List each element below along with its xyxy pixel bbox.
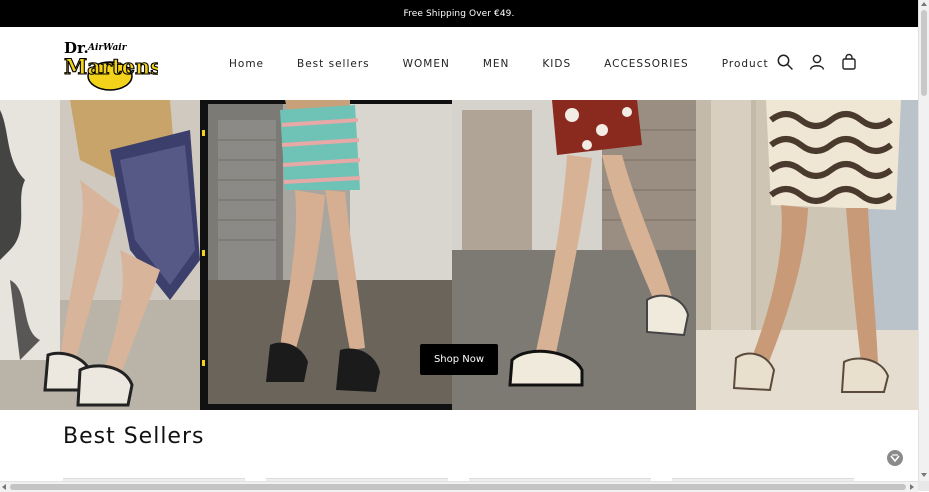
- scrollbar-corner: [918, 481, 929, 491]
- best-sellers-title: Best Sellers: [63, 424, 205, 449]
- chat-widget-icon[interactable]: [887, 450, 903, 466]
- scroll-up-arrow-icon[interactable]: [921, 2, 927, 6]
- logo-martens: Martens: [64, 54, 158, 79]
- nav-product[interactable]: Product: [722, 58, 769, 70]
- nav-best-sellers[interactable]: Best sellers: [297, 58, 370, 70]
- scroll-down-arrow-icon[interactable]: [921, 473, 927, 477]
- cart-icon[interactable]: [840, 53, 858, 71]
- account-icon[interactable]: [808, 53, 826, 71]
- hero-banner[interactable]: Shop Now: [0, 100, 918, 410]
- nav-men[interactable]: MEN: [483, 58, 510, 70]
- brand-logo[interactable]: Dr. AirWair Martens: [62, 36, 163, 92]
- nav-women[interactable]: WOMEN: [403, 58, 450, 70]
- shop-now-button[interactable]: Shop Now: [420, 344, 498, 375]
- announcement-text: Free Shipping Over €49.: [403, 8, 515, 19]
- search-icon[interactable]: [776, 53, 794, 71]
- nav-kids[interactable]: KIDS: [542, 58, 571, 70]
- nav-accessories[interactable]: ACCESSORIES: [604, 58, 689, 70]
- scroll-left-arrow-icon[interactable]: [2, 484, 6, 490]
- main-nav: Home Best sellers WOMEN MEN KIDS ACCESSO…: [212, 27, 802, 100]
- nav-home[interactable]: Home: [229, 58, 264, 70]
- announcement-bar: Free Shipping Over €49.: [0, 0, 918, 27]
- horizontal-scroll-thumb[interactable]: [10, 484, 906, 490]
- header-icons: [776, 53, 858, 71]
- hero-image-wave-dress: [696, 100, 918, 410]
- site-header: Dr. AirWair Martens Home Best sellers WO…: [0, 27, 918, 100]
- horizontal-scrollbar[interactable]: [0, 481, 918, 492]
- vertical-scrollbar[interactable]: [918, 0, 929, 481]
- scroll-right-arrow-icon[interactable]: [910, 484, 914, 490]
- vertical-scroll-thumb[interactable]: [921, 10, 927, 96]
- hero-image-plaid-skirt: [0, 100, 212, 410]
- logo-airwair: AirWair: [87, 43, 128, 53]
